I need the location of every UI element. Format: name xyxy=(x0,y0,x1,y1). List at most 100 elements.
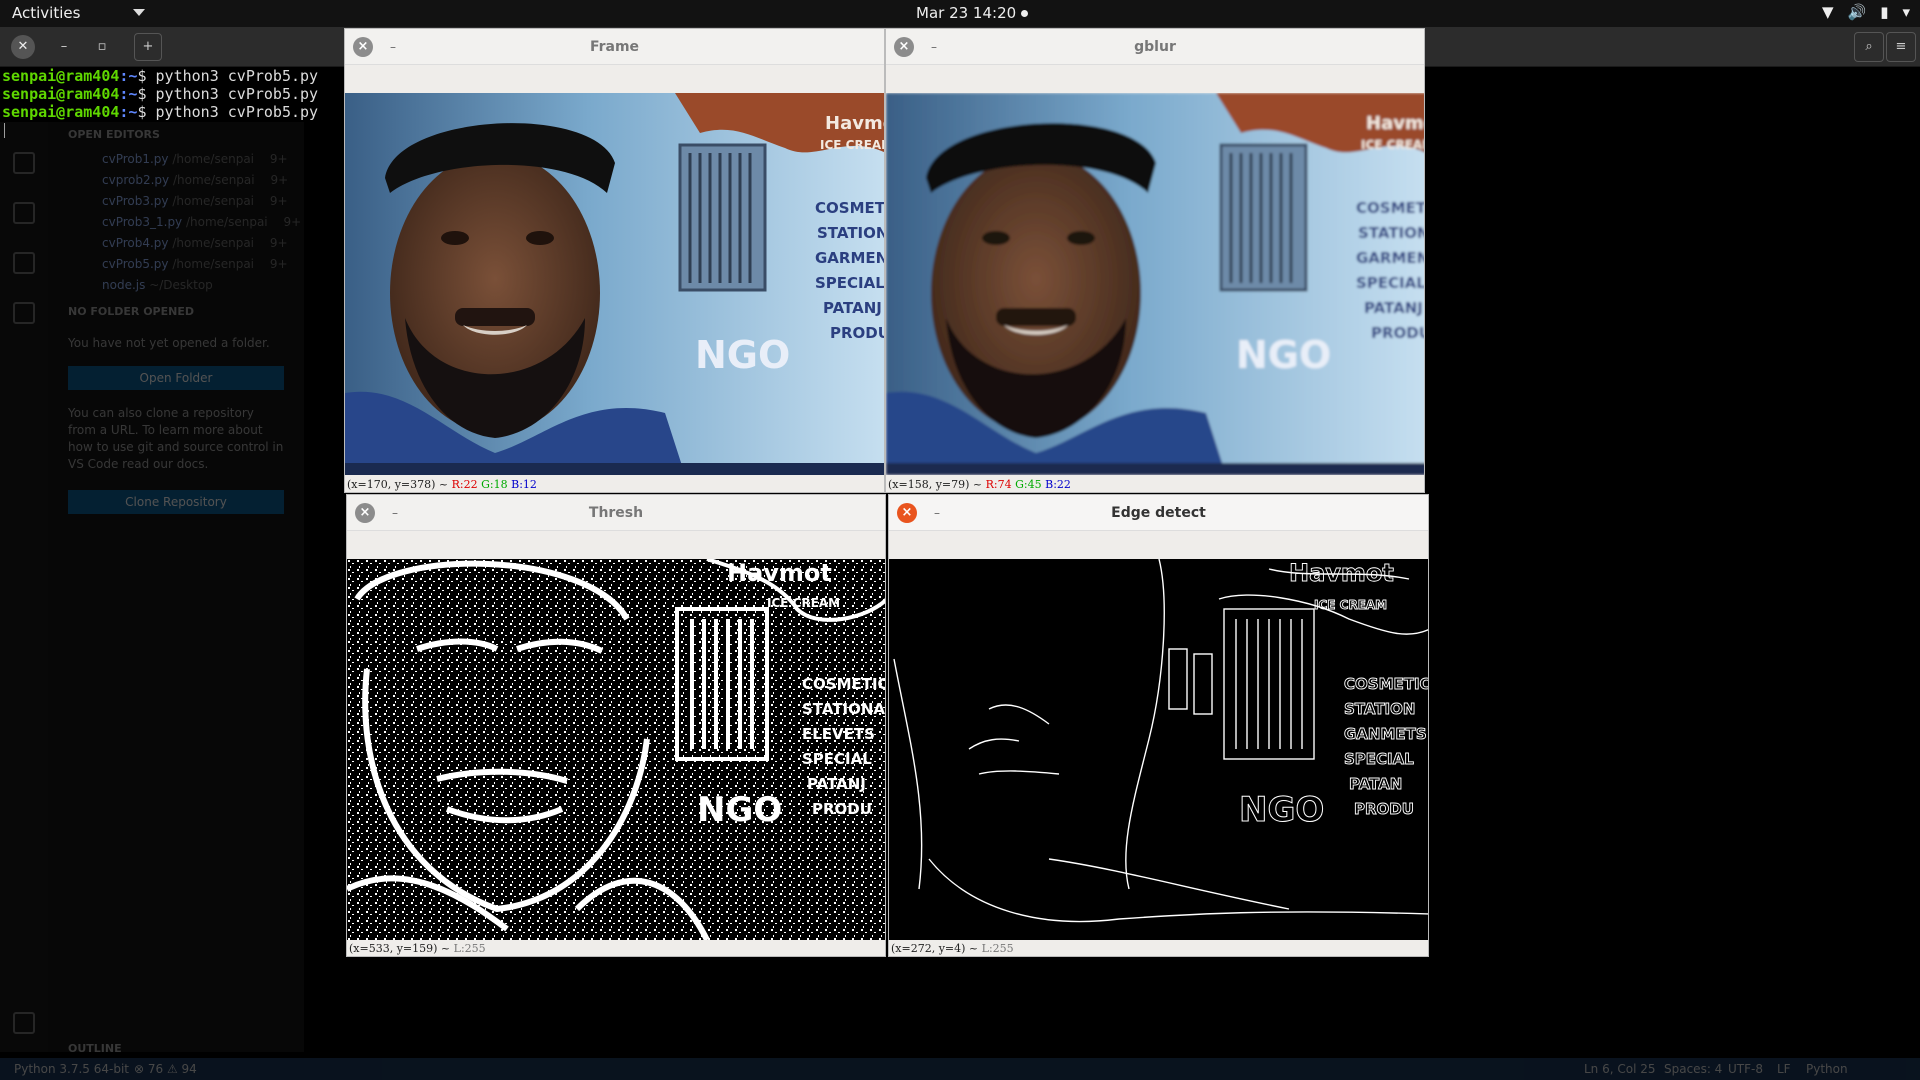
edge-detect-luma-value: L:255 xyxy=(981,942,1014,955)
clock-text: Mar 23 14:20 xyxy=(916,4,1017,22)
thresh-minimize-button[interactable]: – xyxy=(392,495,398,531)
edge-detect-image[interactable]: Havmot ICE CREAM COSMETICS STATION GANMETS… xyxy=(889,559,1428,940)
svg-text:STATIONA: STATIONA xyxy=(817,224,884,242)
gblur-minimize-button[interactable]: – xyxy=(931,29,937,65)
frame-window[interactable]: × – Frame Havmo ICE CREAM xyxy=(344,28,885,493)
terminal-cursor xyxy=(4,123,5,138)
command-text: $ python3 cvProb5.py xyxy=(137,103,319,121)
svg-text:ELEVETS: ELEVETS xyxy=(802,725,875,743)
frame-red-value: R:22 xyxy=(451,478,478,491)
thresh-luma-value: L:255 xyxy=(453,942,486,955)
svg-text:NGO: NGO xyxy=(695,333,790,377)
top-bar: Activities Mar 23 14:20 ▼ 🔊 ▮ ▾ xyxy=(0,0,1920,27)
prompt-path: :~ xyxy=(119,67,138,85)
terminal-maximize-button[interactable]: ▫ xyxy=(90,35,114,59)
new-tab-button[interactable]: + xyxy=(134,33,162,61)
svg-text:PRODU: PRODU xyxy=(812,800,872,818)
svg-text:COSMETICS: COSMETICS xyxy=(1344,675,1428,693)
gblur-green-value: G:45 xyxy=(1015,478,1042,491)
frame-image[interactable]: Havmo ICE CREAM COSMETICS STATIONA GARMENT… xyxy=(345,93,884,475)
svg-text:SPECIAL: SPECIAL xyxy=(1356,274,1424,292)
svg-text:PATAN: PATAN xyxy=(1349,775,1402,793)
svg-text:COSMETICS: COSMETICS xyxy=(815,199,884,217)
svg-text:SPECIAL: SPECIAL xyxy=(802,750,872,768)
edge-detect-minimize-button[interactable]: – xyxy=(934,495,940,531)
svg-text:Havmo: Havmo xyxy=(825,113,884,134)
frame-status-bar: (x=170, y=378) ~ R:22 G:18 B:12 xyxy=(345,474,884,492)
gblur-coords: (x=158, y=79) ~ xyxy=(888,478,986,491)
notification-dot-icon xyxy=(1021,10,1029,17)
frame-coords: (x=170, y=378) ~ xyxy=(347,478,452,491)
thresh-close-button[interactable]: × xyxy=(355,503,375,523)
edge-detect-window[interactable]: × – Edge detect Havmot ICE CREAM COSMETI… xyxy=(888,494,1429,957)
svg-text:GARMENTS: GARMENTS xyxy=(1356,249,1424,267)
svg-text:STATIONA: STATIONA xyxy=(802,700,885,718)
svg-text:PRODU: PRODU xyxy=(1354,800,1414,818)
thresh-coords: (x=533, y=159) ~ xyxy=(349,942,454,955)
terminal-search-icon[interactable]: ⌕ xyxy=(1854,32,1884,62)
app-menu-arrow-icon[interactable] xyxy=(133,9,145,16)
thresh-titlebar[interactable]: × – Thresh xyxy=(347,495,885,531)
svg-text:PATANJ: PATANJ xyxy=(807,775,866,793)
svg-text:ICE CREAM: ICE CREAM xyxy=(1314,598,1387,612)
svg-text:Havmot: Havmot xyxy=(727,559,832,587)
terminal-close-button[interactable]: ✕ xyxy=(11,35,35,59)
thresh-window[interactable]: × – Thresh Havmot ICE CREAM COSMETIC STA… xyxy=(346,494,886,957)
activities-button[interactable]: Activities xyxy=(12,4,80,22)
gblur-red-value: R:74 xyxy=(985,478,1012,491)
thresh-image[interactable]: Havmot ICE CREAM COSMETICS STATIONA ELEVET… xyxy=(347,559,885,940)
gblur-titlebar[interactable]: × – gblur xyxy=(886,29,1424,65)
frame-close-button[interactable]: × xyxy=(353,37,373,57)
svg-text:SPECIAL: SPECIAL xyxy=(1344,750,1414,768)
thresh-title: Thresh xyxy=(588,505,644,521)
tray-menu-arrow-icon: ▾ xyxy=(1902,3,1910,21)
svg-text:STATIONA: STATIONA xyxy=(1358,224,1424,242)
svg-text:NGO: NGO xyxy=(1236,333,1331,377)
battery-icon: ▮ xyxy=(1880,3,1889,21)
svg-text:NGO: NGO xyxy=(1239,790,1324,830)
frame-blue-value: B:12 xyxy=(511,478,537,491)
svg-text:COSMETICS: COSMETICS xyxy=(1356,199,1424,217)
prompt-path: :~ xyxy=(119,85,138,103)
gblur-blue-value: B:22 xyxy=(1045,478,1071,491)
frame-green-value: G:18 xyxy=(481,478,508,491)
terminal-minimize-button[interactable]: – xyxy=(52,35,76,59)
command-text: $ python3 cvProb5.py xyxy=(137,85,319,103)
svg-text:PRODU: PRODU xyxy=(1371,324,1424,342)
prompt-user: senpai@ram404 xyxy=(2,85,120,103)
edge-detect-status-bar: (x=272, y=4) ~ L:255 xyxy=(889,938,1428,956)
desktop: Activities Mar 23 14:20 ▼ 🔊 ▮ ▾ ✕ – ▫ + … xyxy=(0,0,1920,1080)
edge-detect-close-button[interactable]: × xyxy=(897,503,917,523)
terminal-menu-icon[interactable]: ≡ xyxy=(1886,32,1916,62)
gblur-title: gblur xyxy=(1134,39,1176,55)
svg-text:Havmot: Havmot xyxy=(1289,559,1394,587)
edge-detect-coords: (x=272, y=4) ~ xyxy=(891,942,982,955)
frame-title: Frame xyxy=(589,39,640,55)
svg-text:ICE CREAM: ICE CREAM xyxy=(767,596,840,610)
clock[interactable]: Mar 23 14:20 xyxy=(916,4,1029,22)
frame-titlebar[interactable]: × – Frame xyxy=(345,29,884,65)
edge-detect-title: Edge detect xyxy=(1111,505,1206,521)
thresh-status-bar: (x=533, y=159) ~ L:255 xyxy=(347,938,885,956)
gblur-close-button[interactable]: × xyxy=(894,37,914,57)
svg-text:GARMENTS: GARMENTS xyxy=(815,249,884,267)
svg-text:SPECIAL: SPECIAL xyxy=(815,274,884,292)
wifi-icon: ▼ xyxy=(1821,3,1834,21)
svg-text:ICE CREAM: ICE CREAM xyxy=(820,138,884,152)
frame-minimize-button[interactable]: – xyxy=(390,29,396,65)
svg-text:PATANJ: PATANJ xyxy=(1364,299,1423,317)
svg-text:GANMETS: GANMETS xyxy=(1344,725,1427,743)
gblur-image[interactable]: Havmo ICE CREAM COSMETICS STATIONA GARMENT… xyxy=(886,93,1424,475)
svg-text:COSMETICS: COSMETICS xyxy=(802,675,885,693)
prompt-path: :~ xyxy=(119,103,138,121)
volume-icon: 🔊 xyxy=(1847,3,1867,21)
svg-text:ICE CREAM: ICE CREAM xyxy=(1361,138,1424,152)
svg-text:Havmo: Havmo xyxy=(1366,113,1424,134)
svg-text:PATANJ: PATANJ xyxy=(823,299,882,317)
edge-detect-titlebar[interactable]: × – Edge detect xyxy=(889,495,1428,531)
gblur-window[interactable]: × – gblur Havmo ICE C xyxy=(885,28,1425,493)
system-tray[interactable]: ▼ 🔊 ▮ ▾ xyxy=(1822,3,1910,21)
svg-text:PRODU: PRODU xyxy=(830,324,884,342)
svg-text:STATION: STATION xyxy=(1344,700,1415,718)
prompt-user: senpai@ram404 xyxy=(2,103,120,121)
